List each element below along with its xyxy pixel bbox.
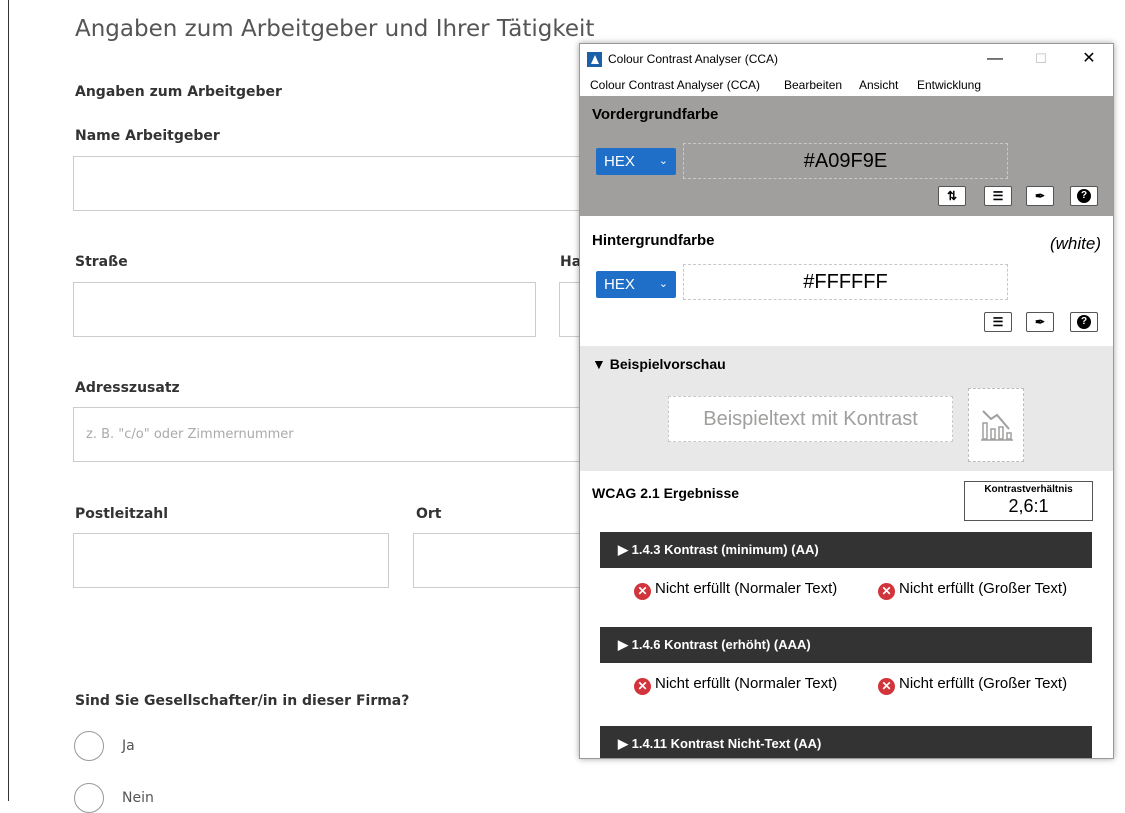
criterion-1-4-11[interactable]: ▶ 1.4.11 Kontrast Nicht-Text (AA) xyxy=(600,726,1092,758)
background-title: Hintergrundfarbe xyxy=(592,232,715,249)
menu-cca[interactable]: Colour Contrast Analyser (CCA) xyxy=(590,78,760,92)
contrast-ratio-label: Kontrastverhältnis xyxy=(984,484,1073,495)
fail-icon: ✕ xyxy=(634,678,651,695)
help-icon[interactable]: ? xyxy=(1070,186,1098,206)
street-label: Straße xyxy=(75,254,128,270)
cca-window: Colour Contrast Analyser (CCA) — ☐ ✕ Col… xyxy=(579,43,1114,759)
foreground-format-select[interactable]: HEX ⌄ xyxy=(596,148,676,175)
section-title: Angaben zum Arbeitgeber xyxy=(75,84,282,100)
results-section: WCAG 2.1 Ergebnisse Kontrastverhältnis 2… xyxy=(580,471,1113,758)
background-format-select[interactable]: HEX ⌄ xyxy=(596,271,676,298)
radio-yes-label: Ja xyxy=(122,738,135,754)
chevron-down-icon: ⌄ xyxy=(658,278,668,290)
radio-no-label: Nein xyxy=(122,790,154,806)
preview-section: ▼ Beispielvorschau Beispieltext mit Kont… xyxy=(580,346,1113,471)
help-icon[interactable]: ? xyxy=(1070,312,1098,332)
close-icon[interactable]: ✕ xyxy=(1074,47,1104,71)
radio-no[interactable] xyxy=(74,783,104,813)
background-format-value: HEX xyxy=(604,276,635,293)
house-number-label: Ha xyxy=(560,254,582,270)
fail-icon: ✕ xyxy=(878,678,895,695)
chart-icon xyxy=(981,410,1013,441)
swap-icon[interactable]: ⇅ xyxy=(938,186,966,206)
menu-entwicklung[interactable]: Entwicklung xyxy=(917,78,981,92)
cca-window-title: Colour Contrast Analyser (CCA) xyxy=(608,52,779,66)
status-normal-text: ✕ Nicht erfüllt (Normaler Text) xyxy=(634,675,854,695)
fail-icon: ✕ xyxy=(878,583,895,600)
minimize-icon[interactable]: — xyxy=(980,47,1010,71)
page-title: Angaben zum Arbeitgeber und Ihrer Tätigk… xyxy=(75,16,595,42)
eyedropper-icon[interactable]: ✒ xyxy=(1026,186,1054,206)
address-extra-label: Adresszusatz xyxy=(75,380,180,396)
employer-name-input[interactable] xyxy=(74,157,592,210)
postal-code-input[interactable] xyxy=(74,534,388,587)
menu-bearbeiten[interactable]: Bearbeiten xyxy=(784,78,842,92)
foreground-title: Vordergrundfarbe xyxy=(592,106,719,123)
background-color-name: (white) xyxy=(1049,234,1101,253)
status-large-text: ✕ Nicht erfüllt (Großer Text) xyxy=(878,675,1098,695)
background-hex-input[interactable]: #FFFFFF xyxy=(683,264,1008,300)
sliders-icon[interactable]: ☰ xyxy=(984,312,1012,332)
address-extra-input-box xyxy=(73,407,593,462)
contrast-ratio-box: Kontrastverhältnis 2,6:1 xyxy=(964,481,1093,521)
results-title: WCAG 2.1 Ergebnisse xyxy=(592,485,740,501)
contrast-ratio-value: 2,6:1 xyxy=(1008,496,1049,516)
cca-app-icon xyxy=(587,52,602,67)
foreground-hex-input[interactable]: #A09F9E xyxy=(683,143,1008,179)
cca-titlebar[interactable]: Colour Contrast Analyser (CCA) — ☐ ✕ xyxy=(580,44,1113,74)
menu-ansicht[interactable]: Ansicht xyxy=(859,78,898,92)
city-label: Ort xyxy=(416,506,442,522)
preview-toggle[interactable]: ▼ Beispielvorschau xyxy=(592,356,726,372)
postal-code-label: Postleitzahl xyxy=(75,506,169,522)
foreground-section: Vordergrundfarbe HEX ⌄ #A09F9E ⇅ ☰ ✒ ? xyxy=(580,96,1113,216)
shareholder-question: Sind Sie Gesellschafter/in in dieser Fir… xyxy=(75,693,410,709)
status-normal-text: ✕ Nicht erfüllt (Normaler Text) xyxy=(634,580,854,600)
employer-name-input-box xyxy=(73,156,593,211)
status-large-text: ✕ Nicht erfüllt (Großer Text) xyxy=(878,580,1098,600)
maximize-icon[interactable]: ☐ xyxy=(1026,47,1056,71)
criterion-1-4-3[interactable]: ▶ 1.4.3 Kontrast (minimum) (AA) xyxy=(600,532,1092,568)
address-extra-input[interactable] xyxy=(74,408,592,461)
street-input[interactable] xyxy=(74,283,535,336)
chart-preview-icon xyxy=(968,388,1024,462)
foreground-format-value: HEX xyxy=(604,153,635,170)
cca-menubar: Colour Contrast Analyser (CCA) Bearbeite… xyxy=(580,74,1113,96)
city-input-box xyxy=(413,533,599,588)
fail-icon: ✕ xyxy=(634,583,651,600)
sample-text-preview: Beispieltext mit Kontrast xyxy=(668,396,953,442)
street-input-box xyxy=(73,282,536,337)
chevron-down-icon: ⌄ xyxy=(658,155,668,167)
sliders-icon[interactable]: ☰ xyxy=(984,186,1012,206)
radio-yes[interactable] xyxy=(74,731,104,761)
eyedropper-icon[interactable]: ✒ xyxy=(1026,312,1054,332)
postal-code-input-box xyxy=(73,533,389,588)
city-input[interactable] xyxy=(414,534,598,587)
criterion-1-4-6[interactable]: ▶ 1.4.6 Kontrast (erhöht) (AAA) xyxy=(600,627,1092,663)
background-section: Hintergrundfarbe (white) HEX ⌄ #FFFFFF ☰… xyxy=(580,216,1113,346)
employer-name-label: Name Arbeitgeber xyxy=(75,128,220,144)
